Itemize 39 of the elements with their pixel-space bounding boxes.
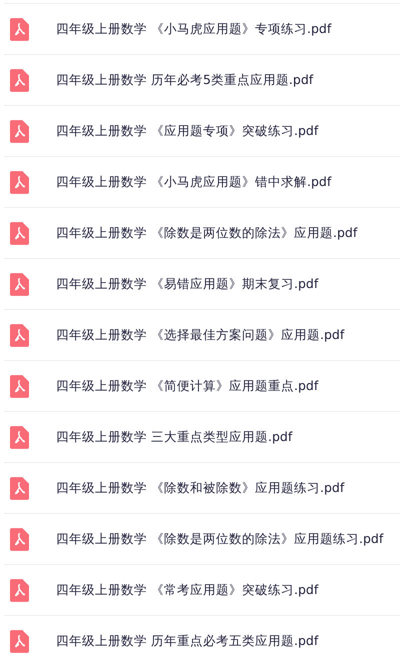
pdf-file-icon <box>10 324 29 346</box>
pdf-file-icon <box>10 170 29 194</box>
file-row[interactable]: 四年级上册数学 《简便计算》应用题重点.pdf <box>4 360 400 411</box>
file-name: 四年级上册数学 《除数是两位数的除法》应用题.pdf <box>56 224 358 242</box>
file-name: 四年级上册数学 《除数和被除数》应用题练习.pdf <box>56 480 344 496</box>
file-name: 四年级上册数学 《选择最佳方案问题》应用题.pdf <box>56 326 344 344</box>
pdf-file-icon <box>10 578 29 602</box>
file-name: 四年级上册数学 《简便计算》应用题重点.pdf <box>56 378 318 394</box>
file-row[interactable]: 四年级上册数学 《易错应用题》期末复习.pdf <box>4 258 400 309</box>
file-row[interactable]: 四年级上册数学 历年必考5类重点应用题.pdf <box>4 54 400 105</box>
file-name: 四年级上册数学 《除数是两位数的除法》应用题练习.pdf <box>56 530 384 548</box>
pdf-file-icon <box>10 68 29 92</box>
file-row[interactable]: 四年级上册数学 《小马虎应用题》专项练习.pdf <box>4 3 400 54</box>
pdf-file-icon <box>10 272 29 296</box>
pdf-file-icon <box>10 120 29 142</box>
file-row[interactable]: 四年级上册数学 历年重点必考五类应用题.pdf <box>4 615 400 666</box>
pdf-file-icon <box>10 426 29 448</box>
file-row[interactable]: 四年级上册数学 《除数是两位数的除法》应用题.pdf <box>4 207 400 258</box>
file-row[interactable]: 四年级上册数学 三大重点类型应用题.pdf <box>4 411 400 462</box>
file-row[interactable]: 四年级上册数学 《除数是两位数的除法》应用题练习.pdf <box>4 513 400 564</box>
file-name: 四年级上册数学 《易错应用题》期末复习.pdf <box>56 276 318 292</box>
file-name: 四年级上册数学 《小马虎应用题》专项练习.pdf <box>56 20 332 38</box>
file-name: 四年级上册数学 《小马虎应用题》错中求解.pdf <box>56 174 332 190</box>
pdf-file-icon <box>10 476 29 500</box>
file-name: 四年级上册数学 历年重点必考五类应用题.pdf <box>56 632 318 650</box>
pdf-file-icon <box>10 222 29 244</box>
file-row[interactable]: 四年级上册数学 《选择最佳方案问题》应用题.pdf <box>4 309 400 360</box>
pdf-file-icon <box>10 18 29 40</box>
file-row[interactable]: 四年级上册数学 《应用题专项》突破练习.pdf <box>4 105 400 156</box>
file-name: 四年级上册数学 《应用题专项》突破练习.pdf <box>56 122 318 140</box>
file-row[interactable]: 四年级上册数学 《小马虎应用题》错中求解.pdf <box>4 156 400 207</box>
file-row[interactable]: 四年级上册数学 《除数和被除数》应用题练习.pdf <box>4 462 400 513</box>
file-name: 四年级上册数学 三大重点类型应用题.pdf <box>56 428 292 446</box>
pdf-file-icon <box>10 630 29 652</box>
file-name: 四年级上册数学 历年必考5类重点应用题.pdf <box>56 72 314 88</box>
pdf-file-icon <box>10 528 29 550</box>
file-row[interactable]: 四年级上册数学 《常考应用题》突破练习.pdf <box>4 564 400 615</box>
file-name: 四年级上册数学 《常考应用题》突破练习.pdf <box>56 582 318 598</box>
pdf-file-icon <box>10 374 29 398</box>
